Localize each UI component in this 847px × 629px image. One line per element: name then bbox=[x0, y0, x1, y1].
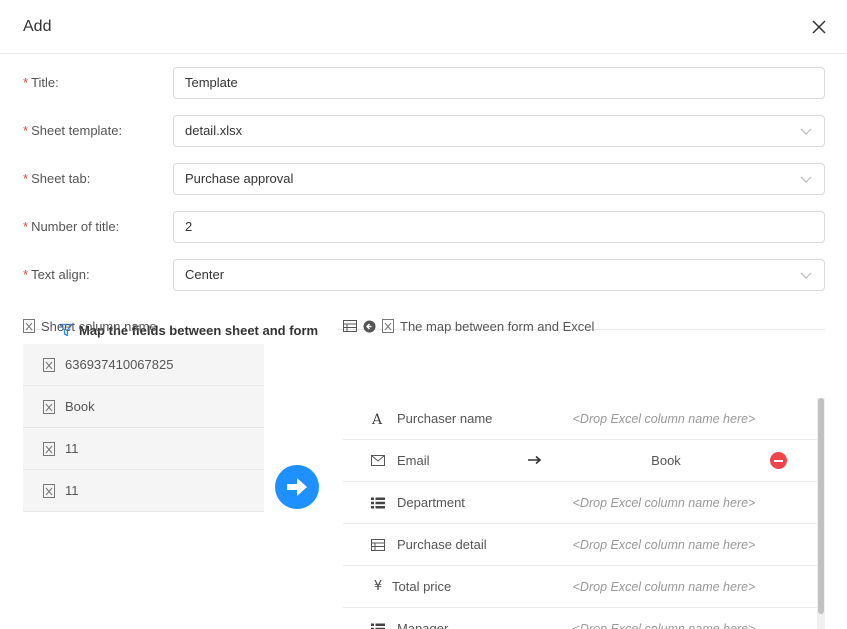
field-map-row: Purchase detail <Drop Excel column name … bbox=[343, 524, 817, 566]
required-mark: * bbox=[23, 219, 29, 234]
drop-target[interactable]: <Drop Excel column name here> bbox=[569, 580, 759, 594]
map-arrow-button[interactable] bbox=[275, 465, 319, 509]
sheet-template-label: * Sheet template: bbox=[23, 123, 123, 138]
sheet-column-list: 636937410067825 Book 11 11 bbox=[23, 344, 264, 512]
sheet-tab-value: Purchase approval bbox=[185, 171, 294, 186]
field-map-row: Manager <Drop Excel column name here> bbox=[343, 608, 817, 629]
close-button[interactable] bbox=[810, 18, 828, 36]
drop-target[interactable]: <Drop Excel column name here> bbox=[569, 496, 759, 510]
text-align-select[interactable]: Center bbox=[173, 259, 825, 291]
drop-target[interactable]: <Drop Excel column name here> bbox=[569, 622, 759, 629]
add-dialog: Add * Title: Template * Sheet template: de… bbox=[0, 0, 847, 629]
text-align-row: * Text align: Center bbox=[0, 259, 847, 291]
field-map-row: ¥ Total price <Drop Excel column name he… bbox=[343, 566, 817, 608]
field-name: Purchaser name bbox=[397, 411, 493, 426]
sheet-column-name: 636937410067825 bbox=[65, 357, 174, 372]
sheet-column-name: 11 bbox=[65, 441, 79, 456]
table-icon bbox=[371, 538, 385, 552]
sheet-panel-title: Sheet column name bbox=[23, 316, 264, 336]
excel-file-icon bbox=[43, 399, 55, 414]
svg-text:A: A bbox=[371, 412, 383, 426]
map-panel-title: The map between form and Excel bbox=[343, 316, 825, 336]
required-mark: * bbox=[23, 267, 29, 282]
text-align-value: Center bbox=[185, 267, 225, 282]
sheet-column-name: 11 bbox=[65, 483, 79, 498]
field-map-list: A Purchaser name <Drop Excel column name… bbox=[343, 398, 817, 629]
title-label: * Title: bbox=[23, 75, 59, 90]
sheet-tab-row: * Sheet tab: Purchase approval bbox=[0, 163, 847, 195]
number-of-title-row: * Number of title: 2 bbox=[0, 211, 847, 243]
field-map-row: A Purchaser name <Drop Excel column name… bbox=[343, 398, 817, 440]
mapped-column[interactable]: Book bbox=[571, 453, 761, 468]
remove-mapping-button[interactable] bbox=[770, 452, 787, 469]
excel-file-icon bbox=[43, 357, 55, 372]
excel-file-icon bbox=[23, 319, 35, 333]
scrollbar-thumb[interactable] bbox=[818, 398, 824, 614]
sheet-column-item[interactable]: Book bbox=[23, 386, 264, 428]
arrow-circle-left-icon bbox=[363, 320, 376, 332]
sheet-column-name: Book bbox=[65, 399, 95, 414]
close-icon bbox=[812, 19, 826, 34]
minus-icon bbox=[774, 459, 783, 462]
drop-target[interactable]: <Drop Excel column name here> bbox=[569, 412, 759, 426]
sheet-template-value: detail.xlsx bbox=[185, 123, 243, 138]
number-of-title-label: * Number of title: bbox=[23, 219, 120, 234]
sheet-tab-label: * Sheet tab: bbox=[23, 171, 91, 186]
title-input[interactable]: Template bbox=[173, 67, 825, 99]
field-name: Department bbox=[397, 495, 465, 510]
form-map-panel: The map between form and Excel A Purchas… bbox=[343, 316, 825, 629]
chevron-down-icon bbox=[800, 128, 812, 135]
dialog-title: Add bbox=[23, 17, 52, 35]
excel-file-icon bbox=[43, 441, 55, 456]
yen-icon: ¥ bbox=[373, 579, 383, 594]
list-icon bbox=[371, 622, 385, 629]
excel-file-icon bbox=[43, 483, 55, 498]
list-icon bbox=[371, 496, 385, 510]
chevron-down-icon bbox=[800, 272, 812, 279]
sheet-column-item[interactable]: 11 bbox=[23, 428, 264, 470]
required-mark: * bbox=[23, 75, 29, 90]
text-icon: A bbox=[371, 412, 385, 426]
envelope-icon bbox=[371, 454, 385, 468]
sheet-template-row: * Sheet template: detail.xlsx bbox=[0, 115, 847, 147]
field-name: Total price bbox=[392, 579, 452, 594]
field-map-row: Department <Drop Excel column name here> bbox=[343, 482, 817, 524]
table-icon bbox=[343, 320, 357, 332]
sheet-template-select[interactable]: detail.xlsx bbox=[173, 115, 825, 147]
field-name: Email bbox=[397, 453, 430, 468]
field-name: Manager bbox=[397, 621, 449, 629]
sheet-column-item[interactable]: 11 bbox=[23, 470, 264, 512]
field-name: Purchase detail bbox=[397, 537, 487, 552]
field-map-row: Email Book bbox=[343, 440, 817, 482]
number-of-title-input[interactable]: 2 bbox=[173, 211, 825, 243]
chevron-down-icon bbox=[800, 176, 812, 183]
drop-target[interactable]: <Drop Excel column name here> bbox=[569, 538, 759, 552]
title-row: * Title: Template bbox=[0, 67, 847, 99]
arrow-right-icon bbox=[287, 478, 307, 496]
dialog-header: Add bbox=[0, 0, 847, 54]
excel-file-icon bbox=[382, 319, 394, 333]
required-mark: * bbox=[23, 123, 29, 138]
sheet-column-item[interactable]: 636937410067825 bbox=[23, 344, 264, 386]
sheet-tab-select[interactable]: Purchase approval bbox=[173, 163, 825, 195]
arrow-right-icon bbox=[528, 455, 542, 465]
map-list-scrollbar[interactable] bbox=[817, 398, 825, 629]
text-align-label: * Text align: bbox=[23, 267, 90, 282]
required-mark: * bbox=[23, 171, 29, 186]
sheet-column-panel: Sheet column name 636937410067825 Book 1… bbox=[23, 316, 264, 512]
